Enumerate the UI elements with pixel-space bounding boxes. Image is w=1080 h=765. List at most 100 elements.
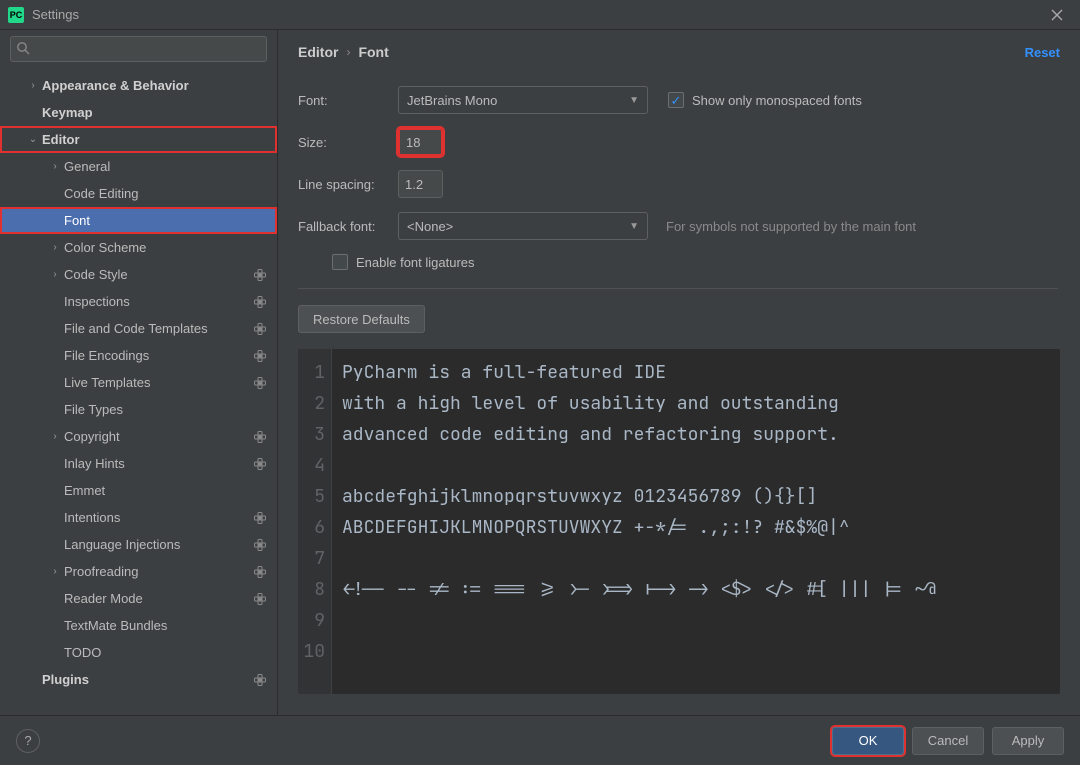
dialog-footer: ? OK Cancel Apply xyxy=(0,715,1080,765)
fallback-hint: For symbols not supported by the main fo… xyxy=(666,219,916,234)
titlebar: PC Settings xyxy=(0,0,1080,30)
sidebar-item-inspections[interactable]: Inspections xyxy=(0,288,277,315)
sidebar-item-general[interactable]: ›General xyxy=(0,153,277,180)
sidebar-item-label: Reader Mode xyxy=(64,591,253,606)
chevron-right-icon: › xyxy=(48,566,62,577)
main-split: ›Appearance & BehaviorKeymap⌄Editor›Gene… xyxy=(0,30,1080,715)
sidebar-item-code-editing[interactable]: Code Editing xyxy=(0,180,277,207)
sidebar-item-label: TODO xyxy=(64,645,267,660)
fallback-font-value: <None> xyxy=(407,219,629,234)
sidebar-item-plugins[interactable]: Plugins xyxy=(0,666,277,693)
font-combo-value: JetBrains Mono xyxy=(407,93,629,108)
size-value: 18 xyxy=(406,135,420,150)
line-number: 8 xyxy=(298,574,325,605)
sidebar-item-label: General xyxy=(64,159,267,174)
chevron-right-icon: › xyxy=(26,80,40,91)
sidebar-item-label: Intentions xyxy=(64,510,253,525)
sidebar-item-appearance-behavior[interactable]: ›Appearance & Behavior xyxy=(0,72,277,99)
preview-line xyxy=(342,636,936,667)
sidebar-item-proofreading[interactable]: ›Proofreading xyxy=(0,558,277,585)
chevron-down-icon: ▼ xyxy=(629,95,639,106)
sidebar-item-label: Copyright xyxy=(64,429,253,444)
sidebar-item-label: Inlay Hints xyxy=(64,456,253,471)
font-combo[interactable]: JetBrains Mono ▼ xyxy=(398,86,648,114)
ok-button[interactable]: OK xyxy=(832,727,904,755)
line-number: 9 xyxy=(298,605,325,636)
sidebar-item-label: Live Templates xyxy=(64,375,253,390)
preview-line: <!-- -- != := === >= >- >=> |-> -> <$> <… xyxy=(342,574,936,605)
close-icon[interactable] xyxy=(1042,0,1072,30)
gear-icon xyxy=(253,268,267,282)
line-number: 10 xyxy=(298,636,325,667)
chevron-right-icon: › xyxy=(48,161,62,172)
font-settings-form: Font: JetBrains Mono ▼ Show only monospa… xyxy=(298,86,1058,349)
chevron-right-icon: › xyxy=(48,431,62,442)
search-field[interactable] xyxy=(10,36,267,62)
sidebar-item-label: Appearance & Behavior xyxy=(42,78,267,93)
sidebar-item-intentions[interactable]: Intentions xyxy=(0,504,277,531)
sidebar-item-keymap[interactable]: Keymap xyxy=(0,99,277,126)
sidebar-item-file-types[interactable]: File Types xyxy=(0,396,277,423)
sidebar-item-reader-mode[interactable]: Reader Mode xyxy=(0,585,277,612)
sidebar-item-textmate-bundles[interactable]: TextMate Bundles xyxy=(0,612,277,639)
sidebar-item-color-scheme[interactable]: ›Color Scheme xyxy=(0,234,277,261)
sidebar-item-inlay-hints[interactable]: Inlay Hints xyxy=(0,450,277,477)
sidebar-item-todo[interactable]: TODO xyxy=(0,639,277,666)
fallback-font-combo[interactable]: <None> ▼ xyxy=(398,212,648,240)
gear-icon xyxy=(253,511,267,525)
apply-button[interactable]: Apply xyxy=(992,727,1064,755)
cancel-button[interactable]: Cancel xyxy=(912,727,984,755)
preview-line: ABCDEFGHIJKLMNOPQRSTUVWXYZ +-*/= .,;:!? … xyxy=(342,512,936,543)
chevron-right-icon: › xyxy=(48,269,62,280)
sidebar-item-label: Language Injections xyxy=(64,537,253,552)
ligatures-label[interactable]: Enable font ligatures xyxy=(356,255,475,270)
preview-line: with a high level of usability and outst… xyxy=(342,388,936,419)
settings-tree[interactable]: ›Appearance & BehaviorKeymap⌄Editor›Gene… xyxy=(0,72,277,715)
line-number: 2 xyxy=(298,388,325,419)
sidebar-item-language-injections[interactable]: Language Injections xyxy=(0,531,277,558)
reset-link[interactable]: Reset xyxy=(1025,45,1060,60)
sidebar-item-label: Font xyxy=(64,213,267,228)
sidebar-item-label: File Encodings xyxy=(64,348,253,363)
gear-icon xyxy=(253,673,267,687)
chevron-right-icon: › xyxy=(346,45,350,59)
sidebar-item-live-templates[interactable]: Live Templates xyxy=(0,369,277,396)
gear-icon xyxy=(253,376,267,390)
cancel-button-label: Cancel xyxy=(928,733,968,748)
monospace-checkbox[interactable] xyxy=(668,92,684,108)
ligatures-checkbox[interactable] xyxy=(332,254,348,270)
preview-line: abcdefghijklmnopqrstuvwxyz 0123456789 ()… xyxy=(342,481,936,512)
sidebar-item-label: File Types xyxy=(64,402,267,417)
sidebar-item-file-encodings[interactable]: File Encodings xyxy=(0,342,277,369)
line-number: 6 xyxy=(298,512,325,543)
line-spacing-field[interactable]: 1.2 xyxy=(398,170,443,198)
sidebar-item-editor[interactable]: ⌄Editor xyxy=(0,126,277,153)
sidebar-item-code-style[interactable]: ›Code Style xyxy=(0,261,277,288)
help-button[interactable]: ? xyxy=(16,729,40,753)
chevron-down-icon: ⌄ xyxy=(26,134,40,145)
preview-line: PyCharm is a full-featured IDE xyxy=(342,357,936,388)
restore-defaults-button[interactable]: Restore Defaults xyxy=(298,305,425,333)
sidebar-item-copyright[interactable]: ›Copyright xyxy=(0,423,277,450)
content-pane: Editor › Font Reset Font: JetBrains Mono… xyxy=(278,30,1080,715)
sidebar-item-label: Editor xyxy=(42,132,267,147)
sidebar-item-file-and-code-templates[interactable]: File and Code Templates xyxy=(0,315,277,342)
gear-icon xyxy=(253,430,267,444)
sidebar-item-font[interactable]: Font xyxy=(0,207,277,234)
size-field[interactable]: 18 xyxy=(398,128,443,156)
search-input[interactable] xyxy=(10,36,267,62)
font-preview: 12345678910 PyCharm is a full-featured I… xyxy=(298,349,1060,694)
gear-icon xyxy=(253,592,267,606)
gear-icon xyxy=(253,295,267,309)
preview-line xyxy=(342,543,936,574)
preview-gutter: 12345678910 xyxy=(298,349,332,694)
preview-line: advanced code editing and refactoring su… xyxy=(342,419,936,450)
sidebar-item-emmet[interactable]: Emmet xyxy=(0,477,277,504)
preview-line xyxy=(342,605,936,636)
sidebar-item-label: Color Scheme xyxy=(64,240,267,255)
line-number: 1 xyxy=(298,357,325,388)
preview-code: PyCharm is a full-featured IDEwith a hig… xyxy=(332,349,946,694)
monospace-label[interactable]: Show only monospaced fonts xyxy=(692,93,862,108)
sidebar-item-label: Plugins xyxy=(42,672,253,687)
line-number: 5 xyxy=(298,481,325,512)
